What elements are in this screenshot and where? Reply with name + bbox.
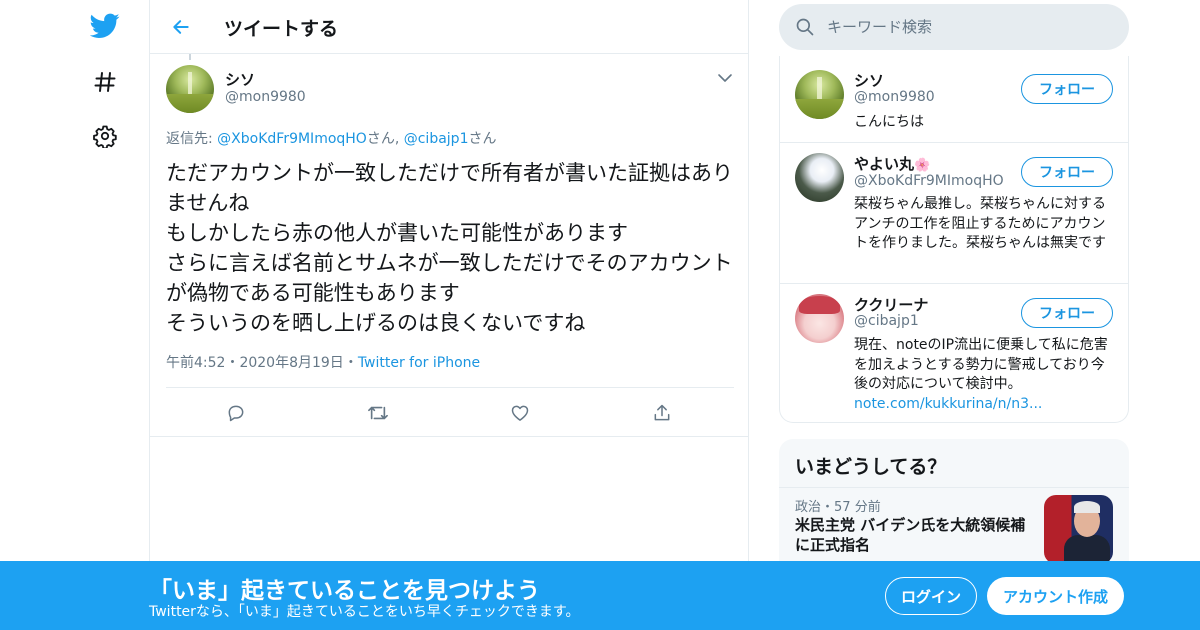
tweet-author-name[interactable]: シソ bbox=[225, 69, 255, 90]
login-button[interactable]: ログイン bbox=[885, 577, 977, 615]
reply-to-user-link[interactable]: @XboKdFr9MImoqHO bbox=[217, 131, 367, 147]
meta-dot: ・ bbox=[343, 355, 358, 371]
tweet-column: ツイートする シソ @mon9980 返信先: @XboKdFr9MImoqHO… bbox=[149, 0, 749, 630]
tweet-actions bbox=[166, 398, 734, 428]
chevron-down-icon bbox=[718, 74, 732, 82]
related-users: シソ @mon9980 フォロー こんにちは やよい丸🌸 @XboKdFr9MI… bbox=[779, 56, 1129, 423]
share-button[interactable] bbox=[647, 398, 677, 428]
thread-line bbox=[189, 54, 191, 60]
tweet-more-button[interactable] bbox=[716, 70, 736, 86]
follow-button[interactable]: フォロー bbox=[1021, 298, 1113, 328]
thumbnail-figure bbox=[1064, 535, 1110, 564]
reply-to-separator: さん, bbox=[366, 131, 404, 147]
divider bbox=[166, 387, 734, 388]
reply-to-user-link[interactable]: @cibajp1 bbox=[404, 131, 469, 147]
page-title: ツイートする bbox=[224, 18, 339, 40]
user-name-text: やよい丸 bbox=[854, 155, 915, 173]
banner-subtitle: Twitterなら、「いま」起きていることをいち早くチェックできます。 bbox=[149, 604, 580, 620]
reply-to-prefix: 返信先: bbox=[166, 131, 218, 147]
tweet-time[interactable]: 午前4:52 bbox=[166, 355, 225, 371]
user-avatar[interactable] bbox=[795, 294, 844, 343]
like-button[interactable] bbox=[505, 398, 535, 428]
tweet-source-link[interactable]: Twitter for iPhone bbox=[358, 355, 480, 371]
signup-banner: 「いま」起きていることを見つけよう Twitterなら、「いま」起きていることを… bbox=[0, 561, 1200, 630]
user-avatar[interactable] bbox=[795, 153, 844, 202]
share-icon bbox=[654, 404, 670, 421]
user-bio: 現在、noteのIP流出に便乗して私に危害を加えようとする勢力に警戒しており今後… bbox=[854, 336, 1116, 414]
page-header: ツイートする bbox=[150, 0, 748, 54]
arrow-left-icon bbox=[173, 20, 189, 34]
trend-headline[interactable]: 米民主党 バイデン氏を大統領候補に正式指名 bbox=[795, 515, 1035, 555]
search-input[interactable] bbox=[827, 4, 1117, 50]
reply-button[interactable] bbox=[221, 398, 251, 428]
trends-panel: いまどうしてる？ 政治・57 分前 米民主党 バイデン氏を大統領候補に正式指名 bbox=[779, 439, 1129, 579]
tweet-meta: 午前4:52・2020年8月19日・Twitter for iPhone bbox=[166, 352, 480, 372]
gear-icon bbox=[93, 125, 117, 148]
search-box bbox=[779, 4, 1129, 50]
thumbnail-figure bbox=[1074, 501, 1100, 513]
divider bbox=[150, 436, 748, 437]
tweet-date[interactable]: 2020年8月19日 bbox=[239, 355, 343, 371]
user-handle[interactable]: @mon9980 bbox=[854, 89, 935, 105]
user-card[interactable]: ククリーナ @cibajp1 フォロー 現在、noteのIP流出に便乗して私に危… bbox=[780, 284, 1128, 423]
search-icon bbox=[796, 18, 814, 36]
trend-time: 57 分前 bbox=[834, 500, 881, 515]
trend-thumbnail[interactable] bbox=[1044, 495, 1113, 564]
trend-meta: 政治・57 分前 bbox=[795, 496, 881, 515]
reply-icon bbox=[228, 405, 244, 422]
trends-title: いまどうしてる？ bbox=[795, 456, 947, 478]
user-bio: こんにちは bbox=[854, 114, 924, 130]
meta-dot: ・ bbox=[821, 500, 835, 515]
follow-button[interactable]: フォロー bbox=[1021, 74, 1113, 104]
reply-to-suffix: さん bbox=[468, 131, 497, 147]
tweet-text: ただアカウントが一致しただけで所有者が書いた証拠はありませんね もしかしたら赤の… bbox=[166, 161, 733, 335]
page: ツイートする シソ @mon9980 返信先: @XboKdFr9MImoqHO… bbox=[0, 0, 1200, 630]
meta-dot: ・ bbox=[225, 355, 240, 371]
divider bbox=[779, 487, 1129, 488]
twitter-bird-icon bbox=[90, 13, 120, 38]
user-handle[interactable]: @XboKdFr9MImoqHO bbox=[854, 173, 1004, 189]
retweet-icon bbox=[368, 406, 388, 420]
user-name[interactable]: やよい丸🌸 bbox=[854, 153, 930, 174]
user-name[interactable]: ククリーナ bbox=[854, 294, 928, 315]
nav-home-button[interactable] bbox=[80, 6, 130, 46]
retweet-button[interactable] bbox=[363, 398, 393, 428]
signup-button[interactable]: アカウント作成 bbox=[987, 577, 1124, 615]
nav-settings-button[interactable] bbox=[80, 116, 130, 156]
tweet-author-avatar[interactable] bbox=[166, 65, 214, 113]
back-button[interactable] bbox=[166, 12, 196, 42]
user-card[interactable]: シソ @mon9980 フォロー こんにちは bbox=[780, 56, 1128, 143]
user-bio-text: 現在、noteのIP流出に便乗して私に危害を加えようとする勢力に警戒しており今後… bbox=[854, 337, 1108, 392]
user-bio: 栞桜ちゃん最推し。栞桜ちゃんに対するアンチの工作を阻止するためにアカウントを作り… bbox=[854, 196, 1106, 251]
trend-category: 政治 bbox=[795, 500, 822, 515]
cherry-blossom-icon: 🌸 bbox=[914, 158, 931, 173]
user-avatar[interactable] bbox=[795, 70, 844, 119]
hashtag-icon bbox=[94, 72, 116, 92]
banner-title: 「いま」起きていることを見つけよう bbox=[149, 578, 540, 604]
like-icon bbox=[511, 405, 529, 421]
user-name[interactable]: シソ bbox=[854, 70, 884, 91]
follow-button[interactable]: フォロー bbox=[1021, 157, 1113, 187]
user-card[interactable]: やよい丸🌸 @XboKdFr9MImoqHO フォロー 栞桜ちゃん最推し。栞桜ち… bbox=[780, 143, 1128, 284]
user-bio-link[interactable]: note.com/kukkurina/n/n3... bbox=[854, 396, 1042, 412]
reply-to-line: 返信先: @XboKdFr9MImoqHOさん, @cibajp1さん bbox=[166, 128, 496, 148]
tweet-author-handle[interactable]: @mon9980 bbox=[225, 89, 306, 105]
user-handle[interactable]: @cibajp1 bbox=[854, 313, 919, 329]
nav-explore-button[interactable] bbox=[80, 62, 130, 102]
